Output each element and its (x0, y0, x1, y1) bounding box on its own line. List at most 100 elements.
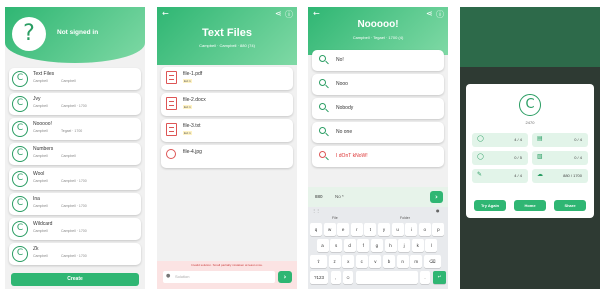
key-t[interactable]: t (364, 223, 377, 236)
lightbulb-icon[interactable]: ● (166, 273, 170, 279)
search-icon (319, 79, 326, 86)
share-button[interactable]: Share (554, 200, 586, 211)
file-name: file-4.jpg (183, 149, 202, 155)
item-meta: Campbell (61, 79, 76, 83)
guess-row[interactable]: Nobody (312, 98, 444, 119)
list-item[interactable]: C Zk Campbell Campbell · 1700 (9, 243, 141, 265)
stat-cell: ☁ 880 / 1700 (532, 169, 588, 183)
key-m[interactable]: m (410, 255, 423, 268)
stat-cell: ◯ 4 / 4 (472, 133, 528, 147)
key-x[interactable]: x (342, 255, 355, 268)
list-item[interactable]: C Ina Campbell Campbell · 1700 (9, 193, 141, 215)
key-j[interactable]: j (398, 239, 411, 252)
back-arrow-icon[interactable]: ← (162, 9, 169, 18)
suggestion-2[interactable]: Folder (400, 216, 410, 220)
list-item[interactable]: C Text Files Campbell Campbell (9, 68, 141, 90)
avatar: C (12, 71, 28, 87)
file-name: file-2.docx (183, 97, 206, 103)
key-q[interactable]: q (310, 223, 322, 236)
help-icon[interactable]: ⓘ (285, 9, 293, 20)
file-badge: Ext 1 (183, 105, 192, 109)
list-item[interactable]: C Jvy Campbell Campbell · 1700 (9, 93, 141, 115)
final-score: 2470 (525, 120, 535, 125)
solution-placeholder: Solution (175, 274, 190, 279)
puzzle-header: ← ⋖ ⓘ Nooooo! Campbell · Tegael · 1700 (… (308, 7, 448, 55)
key-n[interactable]: n (396, 255, 409, 268)
guess-row[interactable]: No one (312, 122, 444, 143)
file-row[interactable]: file-3.txt Ext 1 (161, 119, 293, 142)
key-i[interactable]: i (405, 223, 418, 236)
create-button[interactable]: Create (11, 273, 139, 286)
key-b[interactable]: b (383, 255, 395, 268)
key-o[interactable]: o (418, 223, 431, 236)
key-u[interactable]: u (391, 223, 404, 236)
guess-row[interactable]: Nooo (312, 74, 444, 95)
key-y[interactable]: y (378, 223, 390, 236)
key-e[interactable]: e (337, 223, 350, 236)
key-f[interactable]: f (357, 239, 370, 252)
item-owner: Campbell (33, 179, 48, 183)
key-v[interactable]: v (369, 255, 382, 268)
key-☺[interactable]: ☺ (343, 271, 353, 284)
item-title: Zk (33, 246, 39, 252)
list-item[interactable]: C Numbers Campbell Campbell (9, 143, 141, 165)
key-d[interactable]: d (343, 239, 356, 252)
keyboard-toolbar: ⋮⋮ ● (308, 208, 448, 215)
submit-button[interactable]: › (278, 271, 292, 283)
file-row[interactable]: file-1.pdf Ext 1 (161, 67, 293, 90)
key-w[interactable]: w (323, 223, 336, 236)
stat-value: 0 / 4 (574, 137, 582, 142)
key-l[interactable]: l (425, 239, 438, 252)
stat-cell: ◯ 0 / 5 (472, 151, 528, 165)
avatar: C (12, 221, 28, 237)
submit-guess-button[interactable]: › (430, 191, 443, 203)
key-⌫[interactable]: ⌫ (423, 255, 441, 268)
list-item[interactable]: C Wool Campbell Campbell · 1700 (9, 168, 141, 190)
search-icon: ◯ (477, 153, 484, 160)
share-icon[interactable]: ⋖ (426, 9, 433, 18)
back-arrow-icon[interactable]: ← (313, 9, 320, 18)
try-again-button[interactable]: Try Again (474, 200, 506, 211)
space-key[interactable] (355, 271, 418, 284)
item-owner: Campbell (33, 79, 48, 83)
item-owner: Campbell (33, 229, 48, 233)
home-button[interactable]: Home (514, 200, 546, 211)
file-row[interactable]: file-2.docx Ext 1 (161, 93, 293, 116)
key-g[interactable]: g (370, 239, 383, 252)
file-row[interactable]: file-4.jpg (161, 145, 293, 168)
key-s[interactable]: s (330, 239, 343, 252)
list-item[interactable]: C Wildcard Campbell Campbell · 1700 (9, 218, 141, 240)
item-title: Ina (33, 196, 40, 202)
key-r[interactable]: r (350, 223, 363, 236)
guess-row[interactable]: No! (312, 50, 444, 71)
key-,[interactable]: , (330, 271, 341, 284)
key-h[interactable]: h (384, 239, 397, 252)
guess-input-bar: 880 No * › (308, 187, 448, 207)
key-.[interactable]: . (420, 271, 430, 284)
avatar[interactable]: ? (12, 17, 46, 51)
suggestion-1[interactable]: File (332, 216, 338, 220)
guess-text: I dOnT kNoW! (336, 153, 368, 159)
search-icon: ◯ (477, 135, 484, 142)
key-z[interactable]: z (328, 255, 341, 268)
share-icon[interactable]: ⋖ (275, 9, 282, 18)
key-p[interactable]: p (432, 223, 445, 236)
apps-icon[interactable]: ⋮⋮ (312, 208, 320, 213)
item-title: Wildcard (33, 221, 53, 227)
list-item[interactable]: C Nooooo! Campbell Tegael · 1700 (9, 118, 141, 140)
key-k[interactable]: k (411, 239, 424, 252)
stat-cell: ✎ 4 / 4 (472, 169, 528, 183)
error-notice: Invalid solution. Small partially mistak… (191, 263, 263, 267)
mic-icon[interactable]: ● (436, 208, 440, 213)
key-a[interactable]: a (316, 239, 329, 252)
key-c[interactable]: c (355, 255, 368, 268)
sign-in-status[interactable]: Not signed in (57, 29, 98, 36)
item-title: Nooooo! (33, 121, 52, 127)
guess-input[interactable]: No * (335, 194, 344, 199)
enter-key[interactable]: ↵ (433, 271, 446, 284)
key-⇧[interactable]: ⇧ (310, 255, 327, 268)
key-?123[interactable]: ?123 (310, 271, 328, 284)
solution-input[interactable]: ● Solution (163, 271, 275, 283)
guess-row[interactable]: I dOnT kNoW! (312, 146, 444, 167)
profile-header: ? Not signed in (5, 7, 145, 63)
